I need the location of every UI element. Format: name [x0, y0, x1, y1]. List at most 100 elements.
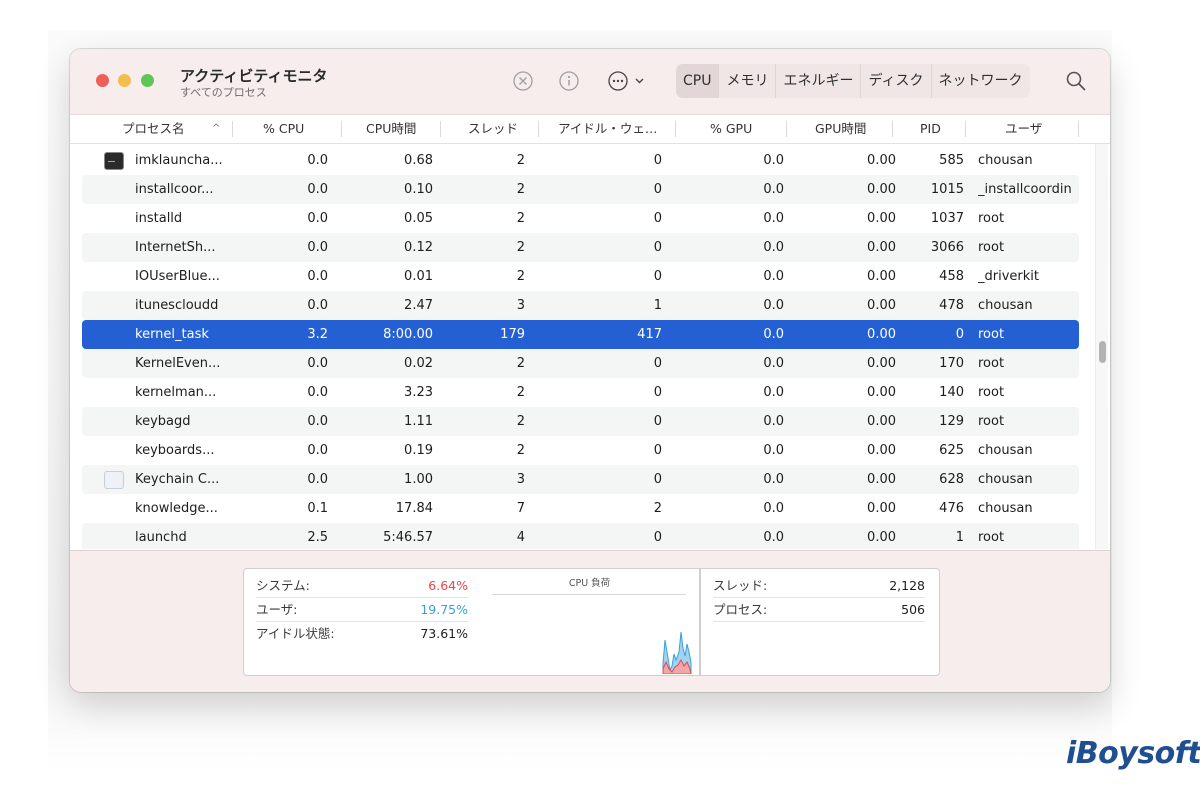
idle-wake-ups: 0	[653, 269, 662, 284]
process-id: 458	[939, 269, 964, 284]
column-header-idle-wake-ups[interactable]: アイドル・ウェ…	[558, 115, 657, 143]
table-row[interactable]: kernelman... 0.0 3.23 2 0 0.0 0.00 140 r…	[82, 378, 1079, 407]
threads-label: スレッド:	[713, 578, 768, 593]
tab-network[interactable]: ネットワーク	[930, 64, 1030, 98]
tab-memory[interactable]: メモリ	[718, 64, 775, 98]
thread-count: 179	[500, 327, 525, 342]
cpu-percent: 0.0	[307, 269, 328, 284]
column-header-cpu[interactable]: % CPU	[263, 115, 304, 143]
table-row[interactable]: Keychain C... 0.0 1.00 3 0 0.0 0.00 628 …	[82, 465, 1079, 494]
idle-wake-ups: 0	[653, 443, 662, 458]
table-row[interactable]: itunescloudd 0.0 2.47 3 1 0.0 0.00 478 c…	[82, 291, 1079, 320]
scrollbar-thumb[interactable]	[1099, 341, 1106, 363]
cpu-time: 1.00	[404, 472, 433, 487]
process-id: 3066	[930, 240, 964, 255]
gpu-time: 0.00	[867, 501, 896, 516]
process-id: 1	[955, 530, 964, 545]
process-user: chousan	[978, 153, 1033, 168]
tab-energy[interactable]: エネルギー	[775, 64, 860, 98]
process-name: keybagd	[135, 414, 191, 429]
table-row[interactable]: KernelEven... 0.0 0.02 2 0 0.0 0.00 170 …	[82, 349, 1079, 378]
idle-wake-ups: 0	[653, 182, 662, 197]
process-id: 170	[939, 356, 964, 371]
process-id: 1037	[930, 211, 964, 226]
gpu-percent: 0.0	[763, 414, 784, 429]
cpu-load-title: CPU 負荷	[568, 578, 611, 589]
search-icon[interactable]	[1065, 70, 1087, 92]
column-divider	[1078, 121, 1079, 137]
gpu-percent: 0.0	[763, 269, 784, 284]
column-header-cpu-time[interactable]: CPU時間	[366, 115, 416, 143]
column-header-threads[interactable]: スレッド	[468, 115, 518, 143]
table-row[interactable]: InternetSh... 0.0 0.12 2 0 0.0 0.00 3066…	[82, 233, 1079, 262]
thread-count: 2	[516, 240, 525, 255]
gpu-percent: 0.0	[763, 530, 784, 545]
table-row[interactable]: imklauncha... 0.0 0.68 2 0 0.0 0.00 585 …	[82, 146, 1079, 175]
table-row[interactable]: installd 0.0 0.05 2 0 0.0 0.00 1037 root	[82, 204, 1079, 233]
processes-row: プロセス: 506	[713, 598, 925, 622]
idle-wake-ups: 1	[653, 298, 662, 313]
gpu-percent: 0.0	[763, 240, 784, 255]
process-user: root	[978, 530, 1005, 545]
process-name: itunescloudd	[135, 298, 219, 313]
column-header-process-name[interactable]: プロセス名	[122, 115, 185, 143]
minimize-window-button[interactable]	[118, 74, 131, 87]
thread-count: 4	[516, 530, 525, 545]
thread-count: 2	[516, 414, 525, 429]
gpu-percent: 0.0	[763, 182, 784, 197]
process-user: root	[978, 327, 1005, 342]
process-id: 478	[939, 298, 964, 313]
process-name: knowledge...	[135, 501, 218, 516]
stop-process-icon[interactable]	[512, 70, 534, 92]
column-header-gpu-time[interactable]: GPU時間	[815, 115, 866, 143]
thread-count: 2	[516, 211, 525, 226]
idle-wake-ups: 0	[653, 472, 662, 487]
gpu-percent: 0.0	[763, 327, 784, 342]
process-id: 476	[939, 501, 964, 516]
idle-usage-row: アイドル状態: 73.61%	[256, 622, 468, 645]
column-header-user[interactable]: ユーザ	[1005, 115, 1042, 143]
table-row[interactable]: keyboards... 0.0 0.19 2 0 0.0 0.00 625 c…	[82, 436, 1079, 465]
idle-value: 73.61%	[420, 626, 468, 641]
cpu-time: 0.19	[404, 443, 433, 458]
gpu-percent: 0.0	[763, 472, 784, 487]
process-name: kernel_task	[135, 327, 209, 342]
tab-cpu[interactable]: CPU	[676, 64, 719, 98]
column-divider	[538, 121, 539, 137]
zoom-window-button[interactable]	[141, 74, 154, 87]
process-name: kernelman...	[135, 385, 217, 400]
column-header-gpu[interactable]: % GPU	[710, 115, 752, 143]
cpu-time: 0.12	[404, 240, 433, 255]
process-user: root	[978, 211, 1005, 226]
column-divider	[440, 121, 441, 137]
gpu-percent: 0.0	[763, 501, 784, 516]
thread-count: 3	[516, 298, 525, 313]
info-icon[interactable]	[558, 70, 580, 92]
idle-wake-ups: 2	[653, 501, 662, 516]
idle-label: アイドル状態:	[256, 626, 335, 641]
more-actions-icon[interactable]	[607, 70, 647, 92]
table-row[interactable]: installcoor... 0.0 0.10 2 0 0.0 0.00 101…	[82, 175, 1079, 204]
process-id: 585	[939, 153, 964, 168]
vertical-scrollbar[interactable]	[1095, 144, 1108, 549]
gpu-time: 0.00	[867, 356, 896, 371]
cpu-percent: 3.2	[307, 327, 328, 342]
process-user: root	[978, 414, 1005, 429]
table-row[interactable]: keybagd 0.0 1.11 2 0 0.0 0.00 129 root	[82, 407, 1079, 436]
threads-processes-box: スレッド: 2,128 プロセス: 506	[700, 568, 940, 676]
table-row[interactable]: launchd 2.5 5:46.57 4 0 0.0 0.00 1 root	[82, 523, 1079, 549]
process-user: chousan	[978, 443, 1033, 458]
gpu-time: 0.00	[867, 414, 896, 429]
table-row-selected[interactable]: kernel_task 3.2 8:00.00 179 417 0.0 0.00…	[82, 320, 1079, 349]
table-row[interactable]: IOUserBlue... 0.0 0.01 2 0 0.0 0.00 458 …	[82, 262, 1079, 291]
cpu-percent: 0.0	[307, 211, 328, 226]
gpu-time: 0.00	[867, 298, 896, 313]
tab-disk[interactable]: ディスク	[860, 64, 930, 98]
column-header-pid[interactable]: PID	[920, 115, 941, 143]
table-row[interactable]: knowledge... 0.1 17.84 7 2 0.0 0.00 476 …	[82, 494, 1079, 523]
sort-ascending-icon[interactable]: ^	[212, 115, 220, 143]
cpu-percent: 2.5	[307, 530, 328, 545]
cpu-summary-panel: システム: 6.64% ユーザ: 19.75% アイドル状態: 73.61% C…	[70, 550, 1110, 692]
keychain-icon	[104, 471, 124, 489]
close-window-button[interactable]	[96, 74, 109, 87]
